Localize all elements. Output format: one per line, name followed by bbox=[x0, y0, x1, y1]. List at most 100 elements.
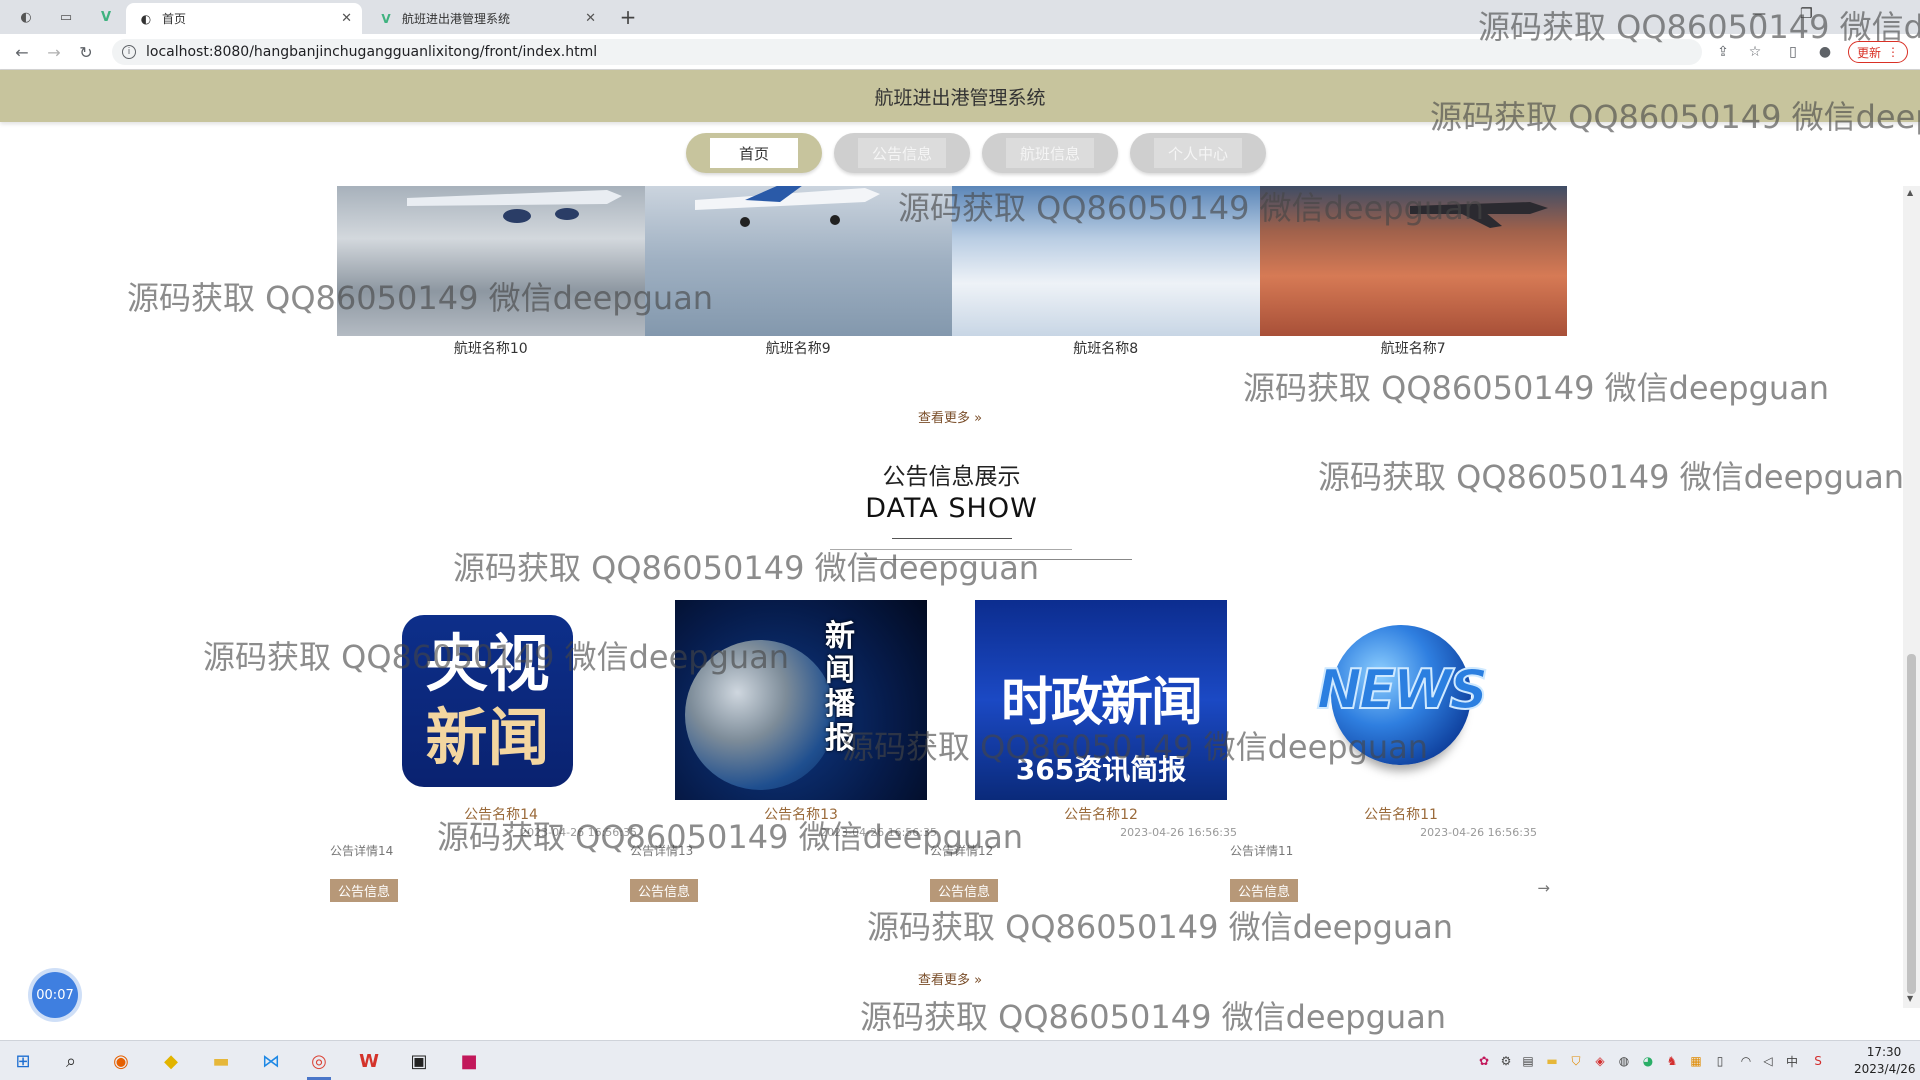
notice-title[interactable]: 公告名称11 bbox=[1275, 804, 1527, 824]
flight-name[interactable]: 航班名称10 bbox=[337, 338, 645, 358]
vue-icon: V bbox=[381, 11, 391, 26]
notice-detail: 公告详情11 bbox=[1230, 844, 1294, 858]
tray-app-icon[interactable]: ⚙ bbox=[1498, 1053, 1514, 1069]
terminal-icon[interactable]: ▣ bbox=[404, 1047, 434, 1075]
notice-category-badge[interactable]: 公告信息 bbox=[1230, 879, 1299, 902]
flight-name[interactable]: 航班名称7 bbox=[1260, 338, 1568, 358]
nav-profile[interactable]: 个人中心 bbox=[1130, 133, 1266, 173]
url-text: localhost:8080/hangbanjinchugangguanlixi… bbox=[146, 44, 598, 60]
taskbar: ⊞ ⌕ ◉ ◆ ▬ ⋈ ◎ W ▣ ■ ✿ ⚙ ▤ ▬ ⛉ ◈ ◍ ◕ ♞ ▦ … bbox=[0, 1040, 1920, 1080]
flight-name[interactable]: 航班名称9 bbox=[645, 338, 953, 358]
close-icon[interactable]: ✕ bbox=[585, 11, 596, 26]
watermark: 源码获取 QQ86050149 微信deepguan bbox=[453, 549, 1040, 587]
notice-image[interactable]: 时政新闻 365资讯简报 bbox=[975, 600, 1227, 800]
clock-time: 17:30 bbox=[1866, 1045, 1902, 1059]
windows-start-icon[interactable]: ⊞ bbox=[8, 1047, 38, 1075]
tab-home[interactable]: ◐ 首页 ✕ bbox=[126, 3, 362, 34]
pinned-tab-page-icon[interactable]: ▭ bbox=[46, 4, 86, 30]
chrome-icon[interactable]: ◎ bbox=[304, 1047, 334, 1075]
nav-flights-label: 航班信息 bbox=[1006, 138, 1094, 168]
scrollbar-thumb[interactable] bbox=[1907, 654, 1916, 994]
watermark: 源码获取 QQ86050149 微信deepguan bbox=[437, 818, 1024, 856]
watermark: 源码获取 QQ86050149 微信deepguan bbox=[898, 189, 1485, 227]
watermark: 源码获取 QQ86050149 微信deepguan bbox=[1243, 369, 1830, 407]
flight-name[interactable]: 航班名称8 bbox=[952, 338, 1260, 358]
notice-image[interactable]: 新闻播报 bbox=[675, 600, 927, 800]
tray-app-icon[interactable]: ✿ bbox=[1476, 1053, 1492, 1069]
tray-shield-icon[interactable]: ⛉ bbox=[1568, 1053, 1584, 1069]
double-chevron-right-icon: » bbox=[974, 411, 983, 426]
recording-timer[interactable]: 00:07 bbox=[32, 972, 78, 1018]
wifi-icon[interactable]: ◠ bbox=[1738, 1053, 1754, 1069]
notice-detail: 公告详情14 bbox=[330, 844, 394, 858]
forward-icon[interactable]: → bbox=[42, 41, 66, 63]
notices-more-label: 查看更多 bbox=[917, 973, 970, 988]
intellij-icon[interactable]: ■ bbox=[454, 1047, 484, 1075]
wechat-icon[interactable]: ◕ bbox=[1640, 1053, 1656, 1069]
watermark: 源码获取 QQ86050149 微信deepguan bbox=[842, 728, 1429, 766]
firefox-icon[interactable]: ◉ bbox=[106, 1047, 136, 1075]
notice-category-badge[interactable]: 公告信息 bbox=[930, 879, 999, 902]
double-chevron-right-icon: » bbox=[974, 973, 983, 988]
nav-home[interactable]: 首页 bbox=[686, 133, 822, 173]
watermark: 源码获取 QQ86050149 微信deepguan bbox=[860, 998, 1447, 1036]
watermark: 源码获取 QQ86050149 微信deepguan bbox=[203, 638, 790, 676]
logo-text: 新闻 bbox=[425, 701, 550, 774]
flight-captions: 航班名称10 航班名称9 航班名称8 航班名称7 bbox=[337, 338, 1567, 358]
sogou-icon[interactable]: S bbox=[1810, 1053, 1826, 1069]
scroll-up-icon[interactable]: ▲ bbox=[1907, 188, 1913, 197]
watermark: 源码获取 QQ86050149 微信deepguan bbox=[867, 908, 1454, 946]
page-scrollbar[interactable]: ▲ ▼ bbox=[1903, 186, 1920, 1008]
notice-image[interactable]: 央视 新闻 bbox=[375, 600, 627, 800]
volume-icon[interactable]: ◁ bbox=[1760, 1053, 1776, 1069]
tray-app-icon[interactable]: ▤ bbox=[1520, 1053, 1536, 1069]
watermark: 源码获取 QQ86050149 微信deepguan bbox=[127, 279, 714, 317]
globe-icon: ◐ bbox=[140, 11, 152, 26]
vscode-icon[interactable]: ⋈ bbox=[256, 1047, 286, 1075]
tab-home-label: 首页 bbox=[162, 12, 187, 26]
bird-app-icon[interactable]: ◆ bbox=[156, 1047, 186, 1075]
tray-app-icon[interactable]: ♞ bbox=[1664, 1053, 1680, 1069]
nav-profile-label: 个人中心 bbox=[1154, 138, 1242, 168]
notice-date: 2023-04-26 16:56:35 bbox=[1120, 826, 1237, 839]
tab-system[interactable]: V 航班进出港管理系统 ✕ bbox=[366, 3, 606, 34]
pinned-tab-globe-icon[interactable]: ◐ bbox=[6, 4, 46, 30]
notice-category-badge[interactable]: 公告信息 bbox=[330, 879, 399, 902]
close-icon[interactable]: ✕ bbox=[341, 11, 352, 26]
flights-more-label: 查看更多 bbox=[917, 411, 970, 426]
site-title: 航班进出港管理系统 bbox=[874, 86, 1046, 109]
notice-image[interactable]: NEWS bbox=[1275, 600, 1527, 800]
notices-more-link[interactable]: 查看更多 » bbox=[890, 969, 1010, 988]
back-icon[interactable]: ← bbox=[10, 41, 34, 63]
tab-system-label: 航班进出港管理系统 bbox=[402, 12, 511, 26]
nav-flights[interactable]: 航班信息 bbox=[982, 133, 1118, 173]
scroll-down-icon[interactable]: ▼ bbox=[1907, 994, 1913, 1003]
watermark: 源码获取 QQ86050149 微信deepguan bbox=[1318, 458, 1905, 496]
new-tab-button[interactable]: + bbox=[614, 4, 642, 30]
notice-category-badge[interactable]: 公告信息 bbox=[630, 879, 699, 902]
ime-indicator[interactable]: 中 bbox=[1784, 1053, 1800, 1069]
main-nav: 首页 公告信息 航班信息 个人中心 bbox=[686, 133, 1266, 173]
nav-notices[interactable]: 公告信息 bbox=[834, 133, 970, 173]
image-text: NEWS bbox=[1316, 657, 1490, 722]
watermark: 源码获取 QQ86050149 微信deepguan bbox=[1478, 8, 1920, 46]
address-bar[interactable]: i localhost:8080/hangbanjinchugangguanli… bbox=[112, 39, 1702, 65]
tray-folder-icon[interactable]: ▬ bbox=[1544, 1053, 1560, 1069]
battery-icon[interactable]: ▯ bbox=[1712, 1053, 1728, 1069]
arrow-right-icon[interactable]: → bbox=[1537, 879, 1550, 897]
search-icon[interactable]: ⌕ bbox=[56, 1047, 86, 1075]
title-divider bbox=[892, 538, 1012, 539]
wps-icon[interactable]: W bbox=[354, 1047, 384, 1075]
tray-app-icon[interactable]: ▦ bbox=[1688, 1053, 1704, 1069]
watermark: 源码获取 QQ86050149 微信deepguan bbox=[1430, 98, 1920, 136]
reload-icon[interactable]: ↻ bbox=[74, 41, 98, 63]
clock-date: 2023/4/26 bbox=[1854, 1062, 1916, 1076]
tray-app-icon[interactable]: ◈ bbox=[1592, 1053, 1608, 1069]
nav-notices-label: 公告信息 bbox=[858, 138, 946, 168]
tray-app-icon[interactable]: ◍ bbox=[1616, 1053, 1632, 1069]
flights-more-link[interactable]: 查看更多 » bbox=[890, 407, 1010, 426]
file-explorer-icon[interactable]: ▬ bbox=[206, 1047, 236, 1075]
pinned-tab-vue-icon[interactable]: V bbox=[86, 4, 126, 30]
taskbar-clock[interactable]: 17:30 2023/4/26 bbox=[1854, 1044, 1916, 1078]
info-icon[interactable]: i bbox=[122, 45, 136, 59]
